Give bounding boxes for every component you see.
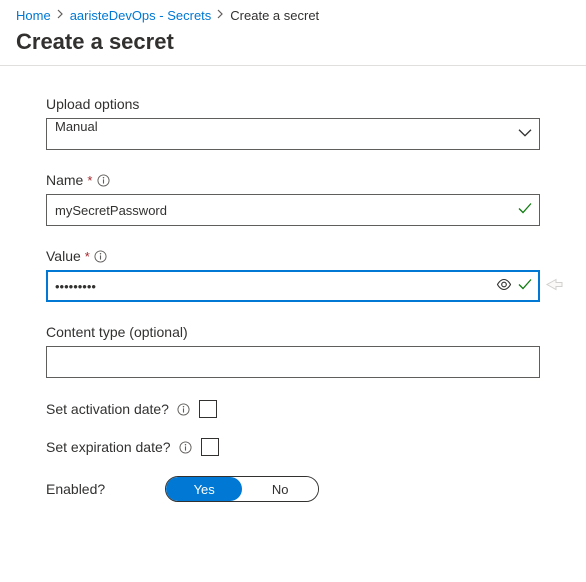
field-name: Name * bbox=[46, 172, 540, 226]
name-input[interactable] bbox=[46, 194, 540, 226]
content-type-label: Content type (optional) bbox=[46, 324, 540, 340]
field-expiration-date: Set expiration date? bbox=[46, 438, 540, 456]
field-upload-options: Upload options Manual bbox=[46, 96, 540, 150]
required-asterisk: * bbox=[87, 173, 92, 188]
info-icon[interactable] bbox=[177, 402, 191, 416]
cursor-indicator-icon bbox=[544, 278, 564, 295]
name-label: Name bbox=[46, 172, 83, 188]
breadcrumb-vault[interactable]: aaristeDevOps - Secrets bbox=[70, 8, 212, 23]
info-icon[interactable] bbox=[179, 440, 193, 454]
activation-date-checkbox[interactable] bbox=[199, 400, 217, 418]
upload-options-select[interactable]: Manual bbox=[46, 118, 540, 150]
chevron-right-icon bbox=[57, 9, 64, 22]
info-icon[interactable] bbox=[94, 249, 108, 263]
field-content-type: Content type (optional) bbox=[46, 324, 540, 378]
eye-icon[interactable] bbox=[496, 279, 512, 294]
create-secret-form: Upload options Manual Name * Value * bbox=[0, 96, 586, 502]
enabled-yes-button[interactable]: Yes bbox=[166, 477, 242, 501]
content-type-input[interactable] bbox=[46, 346, 540, 378]
info-icon[interactable] bbox=[96, 173, 110, 187]
breadcrumb-current: Create a secret bbox=[230, 8, 319, 23]
expiration-date-checkbox[interactable] bbox=[201, 438, 219, 456]
value-input[interactable] bbox=[46, 270, 540, 302]
required-asterisk: * bbox=[85, 249, 90, 264]
enabled-label: Enabled? bbox=[46, 481, 105, 497]
checkmark-icon bbox=[518, 279, 532, 294]
breadcrumb: Home aaristeDevOps - Secrets Create a se… bbox=[0, 0, 586, 29]
divider bbox=[0, 65, 586, 66]
enabled-no-button[interactable]: No bbox=[242, 477, 318, 501]
checkmark-icon bbox=[518, 203, 532, 218]
value-label: Value bbox=[46, 248, 81, 264]
field-enabled: Enabled? Yes No bbox=[46, 476, 540, 502]
enabled-toggle: Yes No bbox=[165, 476, 319, 502]
field-activation-date: Set activation date? bbox=[46, 400, 540, 418]
breadcrumb-home[interactable]: Home bbox=[16, 8, 51, 23]
activation-date-label: Set activation date? bbox=[46, 401, 169, 417]
page-title: Create a secret bbox=[0, 29, 586, 65]
field-value: Value * bbox=[46, 248, 540, 302]
expiration-date-label: Set expiration date? bbox=[46, 439, 171, 455]
chevron-right-icon bbox=[217, 9, 224, 22]
upload-options-label: Upload options bbox=[46, 96, 540, 112]
